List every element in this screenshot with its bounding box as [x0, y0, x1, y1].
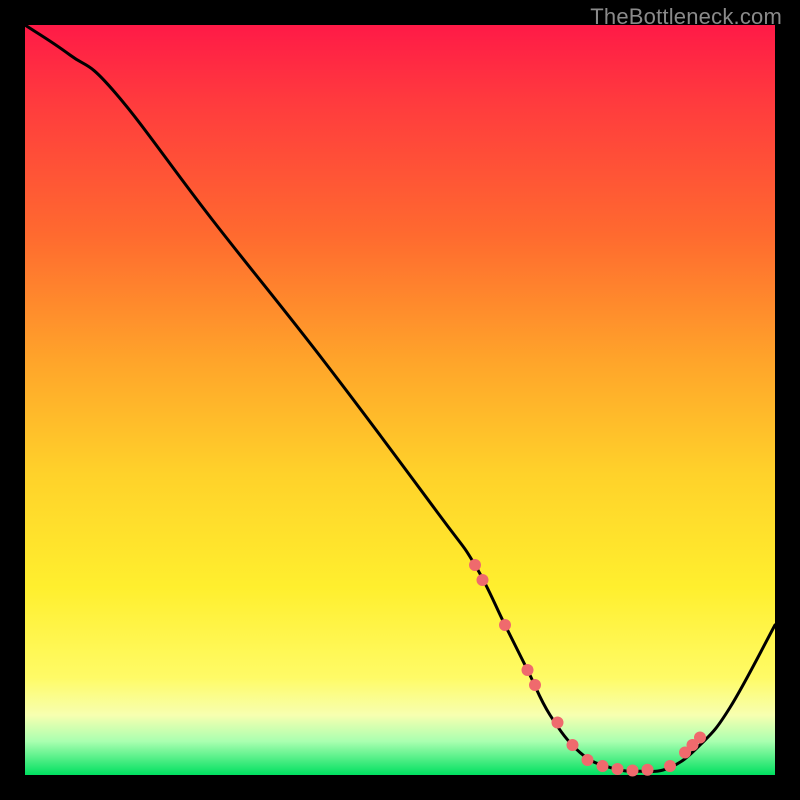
bottleneck-curve — [25, 25, 775, 771]
marker-dot — [529, 679, 541, 691]
marker-dot — [694, 732, 706, 744]
marker-dot — [477, 574, 489, 586]
marker-dot — [522, 664, 534, 676]
chart-stage: TheBottleneck.com — [0, 0, 800, 800]
marker-dot — [642, 764, 654, 776]
marker-dot — [612, 763, 624, 775]
highlight-markers — [469, 559, 706, 777]
marker-dot — [664, 760, 676, 772]
curve-layer — [25, 25, 775, 775]
marker-dot — [567, 739, 579, 751]
marker-dot — [597, 760, 609, 772]
marker-dot — [469, 559, 481, 571]
watermark-text: TheBottleneck.com — [590, 4, 782, 30]
marker-dot — [627, 765, 639, 777]
marker-dot — [552, 717, 564, 729]
marker-dot — [582, 754, 594, 766]
marker-dot — [499, 619, 511, 631]
